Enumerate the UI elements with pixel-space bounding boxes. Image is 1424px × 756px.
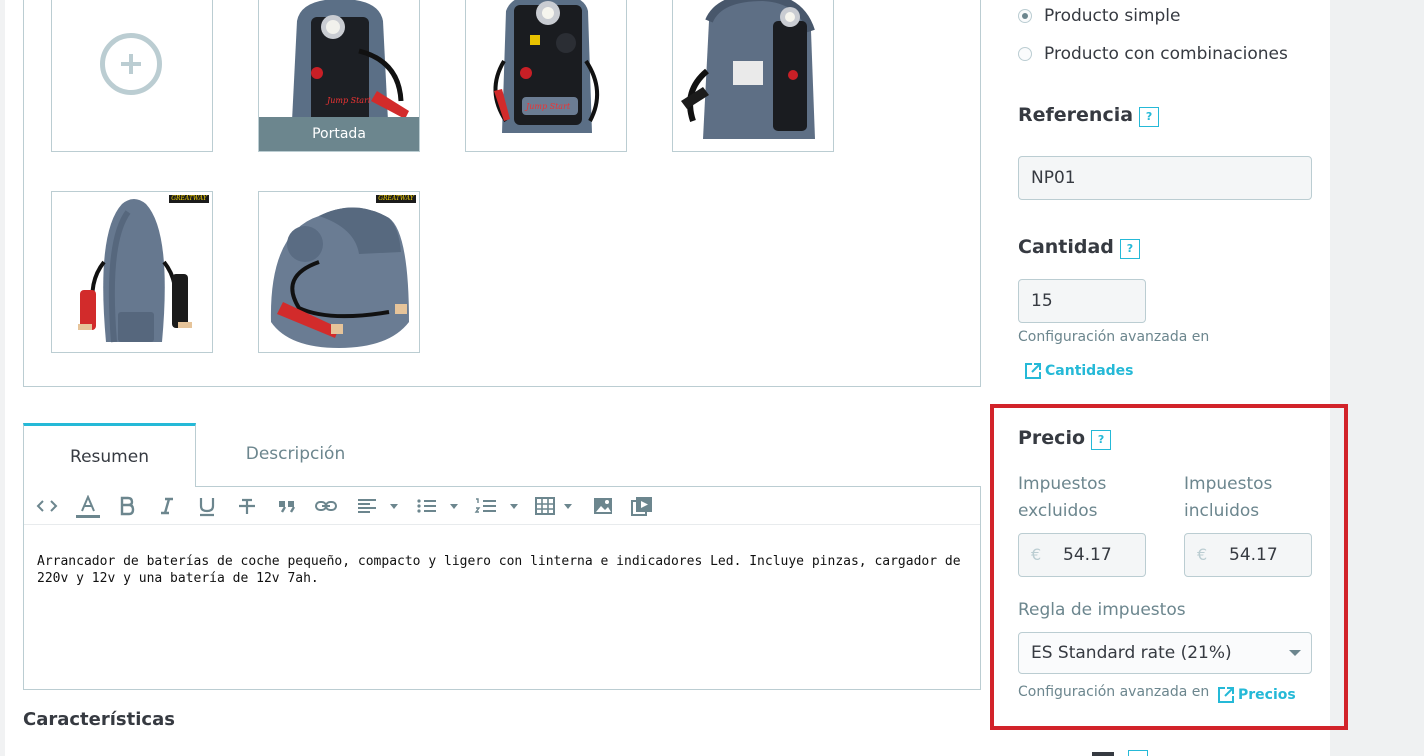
quantities-link-text: Cantidades [1045,363,1134,379]
bold-icon[interactable] [116,495,138,517]
product-image-1[interactable]: Jump Start Portada [258,0,420,152]
align-left-icon [358,499,398,513]
tax-included-label: Impuestos incluidos [1184,474,1273,521]
product-image-3[interactable] [672,0,834,152]
align-dropdown[interactable] [356,495,400,517]
image-icon[interactable] [592,495,614,517]
jump-starter-side-image [673,0,833,151]
reference-label-text: Referencia [1018,104,1134,126]
tax-rule-select[interactable]: ES Standard rate (21%) [1018,632,1312,674]
price-tax-included-value: 54.17 [1229,545,1278,565]
brand-logo: GREATWAY [376,195,416,203]
price-label: Precio? [1018,427,1112,450]
bullet-list-dropdown[interactable] [416,495,460,517]
table-dropdown[interactable] [534,495,576,517]
plus-icon [100,33,162,95]
euro-icon: € [1197,545,1208,564]
price-tax-excluded-value: 54.17 [1063,545,1112,565]
svg-text:Jump Start: Jump Start [325,96,372,105]
euro-icon: € [1031,545,1042,564]
reference-input[interactable]: NP01 [1018,156,1312,200]
image-gallery: Jump Start Portada Jump Start GREATWAY G… [23,0,981,387]
help-icon[interactable]: ? [1139,107,1160,127]
table-icon [535,497,572,515]
help-icon[interactable]: ? [1119,239,1140,259]
editor-toolbar [24,487,980,525]
jump-starter-back-image [52,192,212,352]
svg-text:Jump Start: Jump Start [524,102,571,111]
summary-editor: Arrancador de baterías de coche pequeño,… [23,486,981,690]
radio-label-combinations: Producto con combinaciones [1044,44,1288,64]
link-icon[interactable] [314,495,338,517]
summary-text[interactable]: Arrancador de baterías de coche pequeño,… [37,553,967,587]
external-link-icon [1218,687,1234,703]
price-label-text: Precio [1018,427,1086,449]
prices-link[interactable]: Precios [1216,685,1306,705]
quantities-link[interactable]: Cantidades [1023,361,1134,381]
reference-label: Referencia? [1018,104,1160,127]
tab-resumen[interactable]: Resumen [23,423,196,487]
features-title: Características [23,709,175,730]
next-section-label-partial [1092,746,1152,756]
prices-link-text: Precios [1238,687,1296,703]
tax-rule-label: Regla de impuestos [1018,600,1186,620]
numbered-list-dropdown[interactable] [474,495,520,517]
quantity-advanced-note: Configuración avanzada en [1018,329,1210,345]
product-image-2[interactable]: Jump Start [465,0,627,152]
radio-button-checked[interactable] [1018,9,1032,23]
price-tax-included-input[interactable]: € 54.17 [1184,533,1312,577]
underline-icon[interactable] [196,495,218,517]
text-color-icon[interactable] [76,495,100,518]
add-image-button[interactable] [51,0,213,152]
price-advanced-note: Configuración avanzada en [1018,684,1210,700]
radio-label-simple: Producto simple [1044,6,1181,26]
external-link-icon [1025,363,1041,379]
numbered-list-icon [474,498,518,513]
product-image-5[interactable]: GREATWAY [258,191,420,353]
media-icon[interactable] [630,495,654,517]
brand-logo: GREATWAY [169,195,209,203]
tax-excluded-label: Impuestos excluidos [1018,474,1107,521]
product-image-4[interactable]: GREATWAY [51,191,213,353]
code-view-icon[interactable] [36,495,58,517]
jump-starter-angle-image [259,192,419,352]
chevron-down-icon [1289,650,1301,656]
quantity-label: Cantidad? [1018,236,1140,259]
jump-starter-panel-image: Jump Start [466,0,626,151]
quantity-input[interactable]: 15 [1018,279,1146,323]
italic-icon[interactable] [156,495,178,517]
tax-rule-value: ES Standard rate (21%) [1031,643,1232,663]
tab-descripcion[interactable]: Descripción [196,423,395,487]
cover-badge: Portada [259,117,419,151]
blockquote-icon[interactable] [276,495,298,517]
strikethrough-icon[interactable] [236,495,258,517]
quantity-label-text: Cantidad [1018,236,1114,258]
price-tax-excluded-input[interactable]: € 54.17 [1018,533,1146,577]
bullet-list-icon [417,499,458,513]
help-icon[interactable]: ? [1091,430,1112,450]
radio-button-unchecked[interactable] [1018,47,1032,61]
